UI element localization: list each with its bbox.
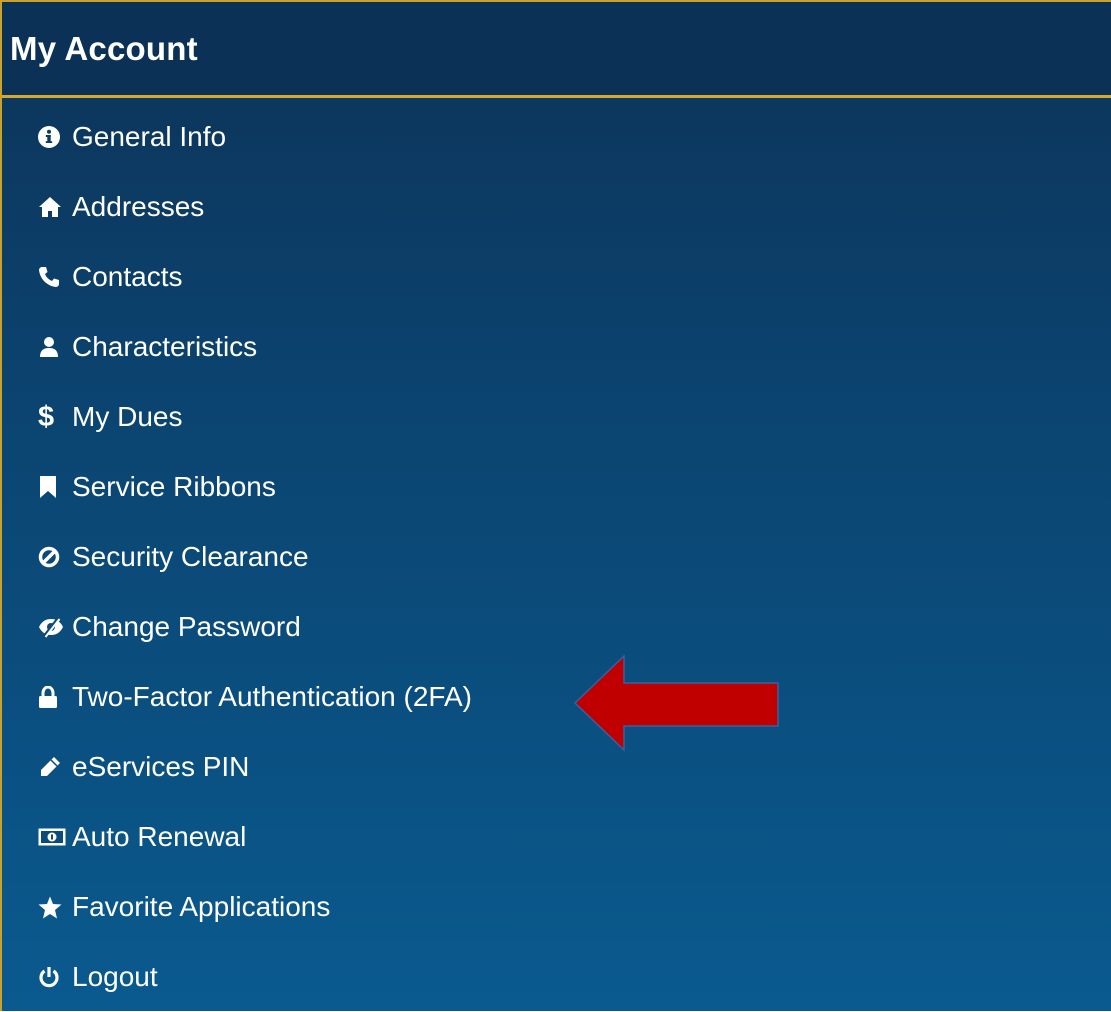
menu-item-favorite-applications[interactable]: Favorite Applications: [2, 872, 1111, 942]
menu-item-label: Service Ribbons: [72, 471, 276, 502]
menu-item-label: Logout: [72, 961, 158, 992]
dollar-icon: $: [38, 400, 68, 433]
menu-item-auto-renewal[interactable]: Auto Renewal: [2, 802, 1111, 872]
power-icon: [38, 962, 68, 992]
menu-item-label: eServices PIN: [72, 751, 250, 782]
menu-item-eservices-pin[interactable]: eServices PIN: [2, 732, 1111, 802]
star-icon: [38, 892, 68, 922]
menu-item-contacts[interactable]: Contacts: [2, 242, 1111, 312]
dollar-glyph: $: [38, 400, 55, 433]
user-icon: [38, 332, 68, 362]
menu-item-label: Favorite Applications: [72, 891, 331, 922]
money-bill-icon: [38, 822, 68, 852]
menu-item-logout[interactable]: Logout: [2, 942, 1111, 1012]
menu-item-label: Contacts: [72, 261, 183, 292]
menu-item-addresses[interactable]: Addresses: [2, 172, 1111, 242]
menu-item-general-info[interactable]: General Info: [2, 102, 1111, 172]
account-menu-header: My Account: [2, 2, 1111, 98]
menu-item-label: Auto Renewal: [72, 821, 247, 852]
menu-item-change-password[interactable]: Change Password: [2, 592, 1111, 662]
menu-item-characteristics[interactable]: Characteristics: [2, 312, 1111, 382]
menu-item-label: General Info: [72, 121, 227, 152]
account-menu: General Info Addresses Contacts Characte…: [2, 102, 1111, 1012]
ban-icon: [38, 542, 68, 572]
menu-item-two-factor-authentication[interactable]: Two-Factor Authentication (2FA): [2, 662, 1111, 732]
bookmark-icon: [38, 472, 68, 502]
menu-item-label: My Dues: [72, 401, 183, 432]
red-arrow-left-icon: [573, 654, 779, 752]
menu-item-my-dues[interactable]: $ My Dues: [2, 382, 1111, 452]
menu-item-label: Security Clearance: [72, 541, 309, 572]
page-title: My Account: [10, 29, 198, 67]
home-icon: [38, 192, 68, 222]
account-menu-panel: My Account General Info Addresses Contac…: [0, 0, 1111, 1011]
phone-icon: [38, 262, 68, 292]
pencil-icon: [38, 752, 68, 782]
menu-item-label: Addresses: [72, 191, 205, 222]
menu-item-label: Change Password: [72, 611, 301, 642]
info-circle-icon: [38, 122, 68, 152]
menu-item-service-ribbons[interactable]: Service Ribbons: [2, 452, 1111, 522]
menu-item-label: Characteristics: [72, 331, 258, 362]
menu-item-security-clearance[interactable]: Security Clearance: [2, 522, 1111, 592]
menu-item-label: Two-Factor Authentication (2FA): [72, 681, 472, 712]
eye-slash-icon: [38, 612, 68, 642]
lock-icon: [38, 682, 68, 712]
